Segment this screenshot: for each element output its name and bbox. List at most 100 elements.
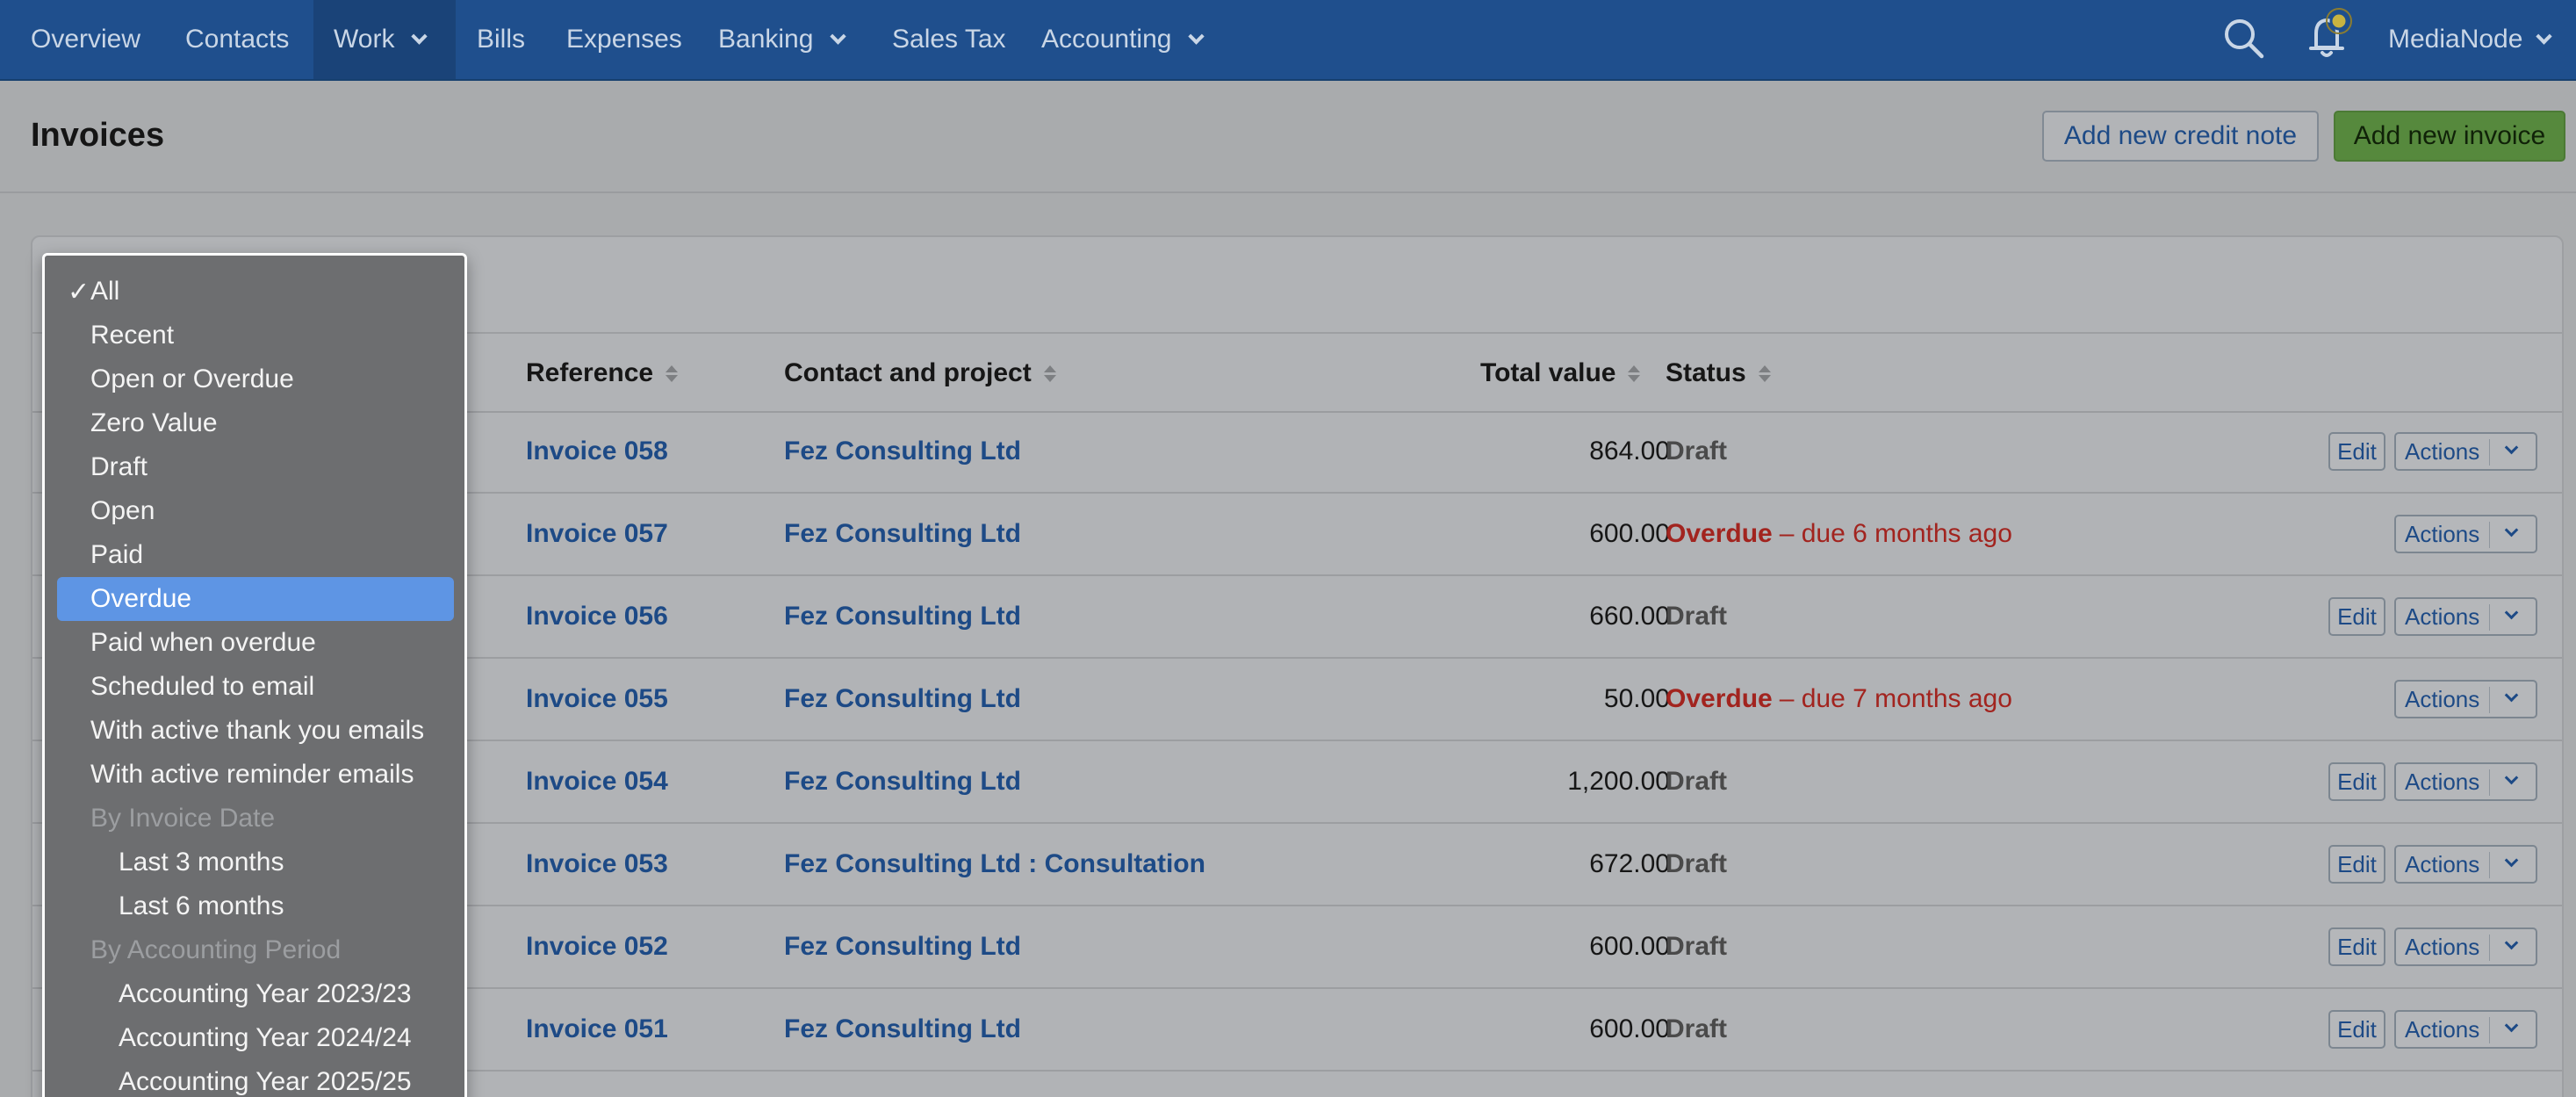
nav-banking[interactable]: Banking — [718, 0, 847, 79]
header-reference-label: Reference — [526, 358, 654, 387]
dropdown-option[interactable]: Open or Overdue — [57, 357, 454, 401]
total-value: 660.00 — [1589, 602, 1670, 631]
chevron-down-icon — [2504, 770, 2519, 785]
contact-link[interactable]: Fez Consulting Ltd : Consultation — [784, 824, 1205, 905]
status-cell: Draft — [1666, 576, 1727, 657]
dropdown-option-label: By Accounting Period — [90, 935, 342, 964]
invoice-reference-link[interactable]: Invoice 058 — [526, 411, 668, 492]
chevron-down-icon — [2504, 853, 2519, 868]
invoice-reference-link[interactable]: Invoice 052 — [526, 906, 668, 987]
divider — [2489, 935, 2490, 961]
dropdown-option-label: Scheduled to email — [90, 672, 315, 701]
nav-contacts[interactable]: Contacts — [185, 0, 289, 79]
dropdown-option[interactable]: Recent — [57, 314, 454, 357]
edit-button[interactable]: Edit — [2328, 597, 2385, 636]
status-label: Draft — [1666, 437, 1728, 466]
edit-button[interactable]: Edit — [2328, 927, 2385, 966]
actions-button[interactable]: Actions — [2394, 515, 2537, 553]
contact-link[interactable]: Fez Consulting Ltd — [784, 494, 1021, 574]
dropdown-option[interactable]: Draft — [57, 445, 454, 489]
dropdown-option-label: Last 3 months — [119, 848, 284, 877]
nav-work-label: Work — [334, 25, 395, 54]
dropdown-option[interactable]: Last 6 months — [57, 884, 454, 928]
nav-work[interactable]: Work — [313, 0, 456, 79]
nav-accounting[interactable]: Accounting — [1041, 0, 1205, 79]
dropdown-option[interactable]: Accounting Year 2025/25 — [57, 1060, 454, 1097]
invoice-reference-link[interactable]: Invoice 054 — [526, 741, 668, 822]
invoice-reference-link[interactable]: Invoice 055 — [526, 659, 668, 740]
actions-button[interactable]: Actions — [2394, 1010, 2537, 1049]
dropdown-option[interactable]: Open — [57, 489, 454, 533]
edit-button[interactable]: Edit — [2328, 1010, 2385, 1049]
edit-button[interactable]: Edit — [2328, 845, 2385, 884]
nav-sales-tax-label: Sales Tax — [892, 25, 1006, 54]
dropdown-option[interactable]: Paid when overdue — [57, 621, 454, 665]
dropdown-option[interactable]: Accounting Year 2023/23 — [57, 972, 454, 1016]
edit-button[interactable]: Edit — [2328, 432, 2385, 471]
dropdown-option-label: With active thank you emails — [90, 716, 425, 745]
bell-icon[interactable] — [2300, 7, 2357, 68]
status-label: Draft — [1666, 767, 1728, 796]
actions-label: Actions — [2405, 685, 2480, 712]
contact-link[interactable]: Fez Consulting Ltd — [784, 906, 1021, 987]
account-menu[interactable]: MediaNode — [2388, 0, 2553, 79]
chevron-down-icon — [2504, 523, 2519, 538]
actions-button[interactable]: Actions — [2394, 845, 2537, 884]
add-credit-note-button[interactable]: Add new credit note — [2042, 111, 2319, 162]
nav-expenses[interactable]: Expenses — [566, 0, 682, 79]
actions-button[interactable]: Actions — [2394, 680, 2537, 718]
dropdown-option[interactable]: Paid — [57, 533, 454, 577]
header-status[interactable]: Status — [1666, 351, 1771, 395]
nav-overview[interactable]: Overview — [31, 0, 140, 79]
edit-button[interactable]: Edit — [2328, 762, 2385, 801]
nav-bills[interactable]: Bills — [477, 0, 525, 79]
contact-link[interactable]: Fez Consulting Ltd — [784, 411, 1021, 492]
top-nav: Overview Contacts Work Bills Expenses Ba… — [0, 0, 2576, 81]
dropdown-option[interactable]: With active thank you emails — [57, 709, 454, 753]
dropdown-option[interactable]: Scheduled to email — [57, 665, 454, 709]
contact-link[interactable]: Fez Consulting Ltd — [784, 989, 1021, 1070]
actions-label: Actions — [2405, 603, 2480, 630]
divider — [2489, 522, 2490, 548]
actions-button[interactable]: Actions — [2394, 597, 2537, 636]
actions-label: Actions — [2405, 1015, 2480, 1043]
contact-link[interactable]: Fez Consulting Ltd — [784, 576, 1021, 657]
dropdown-option[interactable]: Zero Value — [57, 401, 454, 445]
actions-button[interactable]: Actions — [2394, 762, 2537, 801]
header-total[interactable]: Total value — [1480, 351, 1641, 395]
status-cell: Overdue – due 7 months ago — [1666, 659, 2012, 740]
due-note: – due 7 months ago — [1779, 684, 2012, 713]
invoice-reference-link[interactable]: Invoice 053 — [526, 824, 668, 905]
invoice-reference-link[interactable]: Invoice 051 — [526, 989, 668, 1070]
actions-button[interactable]: Actions — [2394, 927, 2537, 966]
nav-banking-label: Banking — [718, 25, 814, 54]
dropdown-option[interactable]: Accounting Year 2024/24 — [57, 1016, 454, 1060]
dropdown-option[interactable]: Last 3 months — [57, 841, 454, 884]
add-invoice-button[interactable]: Add new invoice — [2334, 111, 2565, 162]
status-label: Draft — [1666, 602, 1728, 631]
status-label: Overdue — [1666, 684, 1773, 713]
status-label: Draft — [1666, 932, 1728, 961]
nav-sales-tax[interactable]: Sales Tax — [892, 0, 1006, 79]
search-icon[interactable] — [2221, 16, 2267, 66]
chevron-down-icon — [2536, 27, 2553, 45]
header-status-label: Status — [1666, 358, 1746, 387]
nav-overview-label: Overview — [31, 25, 141, 54]
sort-icon — [1628, 364, 1641, 382]
invoice-reference-link[interactable]: Invoice 056 — [526, 576, 668, 657]
header-contact[interactable]: Contact and project — [784, 351, 1056, 395]
dropdown-option[interactable]: With active reminder emails — [57, 753, 454, 797]
dropdown-option[interactable]: Overdue — [57, 577, 454, 621]
chevron-down-icon — [2504, 440, 2519, 455]
contact-link[interactable]: Fez Consulting Ltd — [784, 741, 1021, 822]
invoice-reference-link[interactable]: Invoice 057 — [526, 494, 668, 574]
actions-button[interactable]: Actions — [2394, 432, 2537, 471]
nav-accounting-label: Accounting — [1041, 25, 1172, 54]
header-reference[interactable]: Reference — [526, 351, 679, 395]
account-label: MediaNode — [2388, 25, 2523, 54]
dropdown-option[interactable]: ✓ All — [57, 270, 454, 314]
contact-link[interactable]: Fez Consulting Ltd — [784, 659, 1021, 740]
header-contact-label: Contact and project — [784, 358, 1032, 387]
total-value: 600.00 — [1589, 932, 1670, 961]
dropdown-option-label: Paid when overdue — [90, 628, 316, 657]
